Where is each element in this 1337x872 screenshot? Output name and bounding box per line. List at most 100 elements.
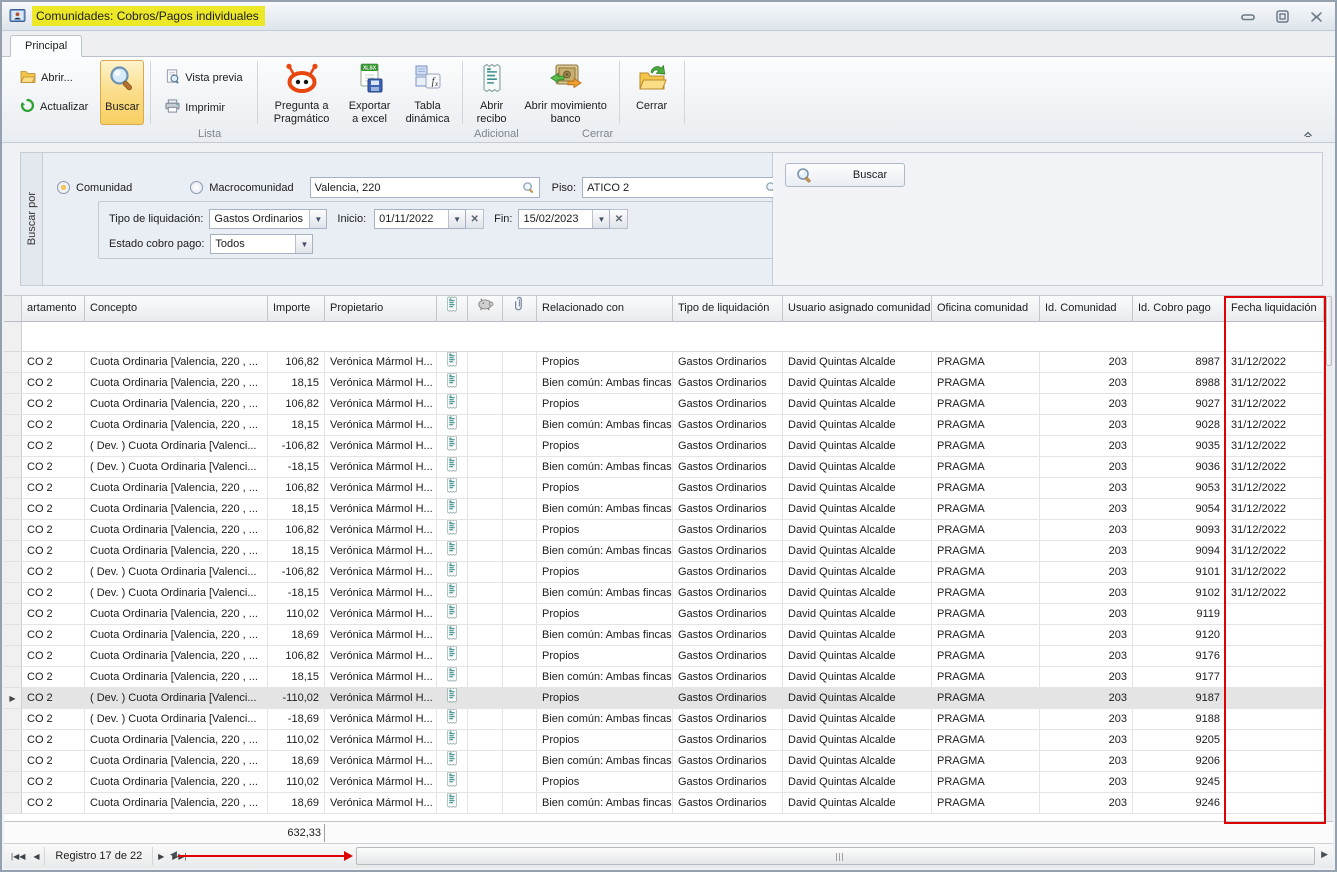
cell-usuario[interactable]: David Quintas Alcalde (783, 751, 932, 772)
cell-usuario[interactable]: David Quintas Alcalde (783, 709, 932, 730)
cell-id_cobro[interactable]: 9054 (1133, 499, 1226, 520)
table-row[interactable]: CO 2( Dev. ) Cuota Ordinaria [Valenci...… (4, 583, 1333, 604)
cell-tipo[interactable]: Gastos Ordinarios (673, 415, 783, 436)
cell-adjunto[interactable] (503, 562, 537, 583)
table-row[interactable]: ▶CO 2( Dev. ) Cuota Ordinaria [Valenci..… (4, 688, 1333, 709)
receipt-icon[interactable] (446, 604, 458, 625)
cell-id_cobro[interactable]: 9246 (1133, 793, 1226, 814)
cell-banco[interactable] (468, 709, 503, 730)
abrir-recibo-button[interactable]: Abrir recibo (469, 60, 515, 125)
column-header-concepto[interactable]: Concepto (85, 295, 268, 322)
cell-concepto[interactable]: Cuota Ordinaria [Valencia, 220 , ... (85, 646, 268, 667)
cell-oficina[interactable]: PRAGMA (932, 415, 1040, 436)
cell-banco[interactable] (468, 457, 503, 478)
cell-propietario[interactable]: Verónica Mármol H... (325, 709, 437, 730)
cell-concepto[interactable]: Cuota Ordinaria [Valencia, 220 , ... (85, 541, 268, 562)
cell-oficina[interactable]: PRAGMA (932, 499, 1040, 520)
cell-id_comunidad[interactable]: 203 (1040, 478, 1133, 499)
cell-concepto[interactable]: Cuota Ordinaria [Valencia, 220 , ... (85, 730, 268, 751)
cell-tipo[interactable]: Gastos Ordinarios (673, 583, 783, 604)
cell-concepto[interactable]: ( Dev. ) Cuota Ordinaria [Valenci... (85, 457, 268, 478)
cell-departamento[interactable]: CO 2 (22, 436, 85, 457)
cell-banco[interactable] (468, 562, 503, 583)
table-row[interactable]: CO 2( Dev. ) Cuota Ordinaria [Valenci...… (4, 436, 1333, 457)
cell-concepto[interactable]: Cuota Ordinaria [Valencia, 220 , ... (85, 625, 268, 646)
cell-propietario[interactable]: Verónica Mármol H... (325, 457, 437, 478)
buscar-por-tab[interactable]: Buscar por (21, 153, 43, 285)
cell-recibo[interactable] (437, 583, 468, 604)
cell-id_comunidad[interactable]: 203 (1040, 646, 1133, 667)
cell-adjunto[interactable] (503, 436, 537, 457)
cell-usuario[interactable]: David Quintas Alcalde (783, 604, 932, 625)
cell-usuario[interactable]: David Quintas Alcalde (783, 520, 932, 541)
receipt-icon[interactable] (446, 709, 458, 730)
cell-usuario[interactable]: David Quintas Alcalde (783, 436, 932, 457)
cell-banco[interactable] (468, 604, 503, 625)
cell-id_comunidad[interactable]: 203 (1040, 394, 1133, 415)
cell-importe[interactable]: -18,15 (268, 583, 325, 604)
cell-usuario[interactable]: David Quintas Alcalde (783, 541, 932, 562)
cell-usuario[interactable]: David Quintas Alcalde (783, 772, 932, 793)
cell-adjunto[interactable] (503, 457, 537, 478)
cell-id_cobro[interactable]: 9187 (1133, 688, 1226, 709)
cell-departamento[interactable]: CO 2 (22, 520, 85, 541)
cell-importe[interactable]: -106,82 (268, 436, 325, 457)
comunidad-radio[interactable] (57, 181, 70, 194)
abrir-movimiento-banco-button[interactable]: Abrir movimiento banco (519, 60, 613, 125)
cell-tipo[interactable]: Gastos Ordinarios (673, 772, 783, 793)
cell-tipo[interactable]: Gastos Ordinarios (673, 667, 783, 688)
cell-id_cobro[interactable]: 9094 (1133, 541, 1226, 562)
column-header-adjunto[interactable] (503, 295, 537, 322)
cell-relacionado[interactable]: Bien común: Ambas fincas (537, 541, 673, 562)
cell-departamento[interactable]: CO 2 (22, 583, 85, 604)
table-row[interactable]: CO 2Cuota Ordinaria [Valencia, 220 , ...… (4, 625, 1333, 646)
cell-id_comunidad[interactable]: 203 (1040, 667, 1133, 688)
cell-tipo[interactable]: Gastos Ordinarios (673, 541, 783, 562)
cell-oficina[interactable]: PRAGMA (932, 646, 1040, 667)
table-row[interactable]: CO 2Cuota Ordinaria [Valencia, 220 , ...… (4, 520, 1333, 541)
dropdown-arrow-icon[interactable]: ▼ (295, 235, 312, 253)
cell-id_comunidad[interactable]: 203 (1040, 772, 1133, 793)
cell-concepto[interactable]: ( Dev. ) Cuota Ordinaria [Valenci... (85, 562, 268, 583)
cell-banco[interactable] (468, 352, 503, 373)
cell-tipo[interactable]: Gastos Ordinarios (673, 394, 783, 415)
cell-importe[interactable]: 18,15 (268, 499, 325, 520)
cell-recibo[interactable] (437, 394, 468, 415)
table-row[interactable]: CO 2Cuota Ordinaria [Valencia, 220 , ...… (4, 751, 1333, 772)
piso-input[interactable]: ATICO 2 (582, 177, 782, 198)
cell-importe[interactable]: 18,15 (268, 667, 325, 688)
cell-departamento[interactable]: CO 2 (22, 352, 85, 373)
cell-recibo[interactable] (437, 604, 468, 625)
cell-concepto[interactable]: Cuota Ordinaria [Valencia, 220 , ... (85, 394, 268, 415)
table-row[interactable]: CO 2( Dev. ) Cuota Ordinaria [Valenci...… (4, 562, 1333, 583)
cell-id_cobro[interactable]: 9120 (1133, 625, 1226, 646)
cell-propietario[interactable]: Verónica Mármol H... (325, 415, 437, 436)
cell-departamento[interactable]: CO 2 (22, 667, 85, 688)
cell-adjunto[interactable] (503, 625, 537, 646)
receipt-icon[interactable] (446, 751, 458, 772)
cell-oficina[interactable]: PRAGMA (932, 457, 1040, 478)
cell-id_cobro[interactable]: 9177 (1133, 667, 1226, 688)
cell-adjunto[interactable] (503, 520, 537, 541)
scroll-left-icon[interactable]: ◀ (170, 849, 177, 860)
dropdown-arrow-icon[interactable]: ▼ (592, 210, 609, 228)
cell-recibo[interactable] (437, 499, 468, 520)
cell-propietario[interactable]: Verónica Mármol H... (325, 520, 437, 541)
cell-recibo[interactable] (437, 520, 468, 541)
cell-importe[interactable]: 18,69 (268, 751, 325, 772)
cell-id_comunidad[interactable]: 203 (1040, 709, 1133, 730)
cell-departamento[interactable]: CO 2 (22, 415, 85, 436)
cell-adjunto[interactable] (503, 415, 537, 436)
table-row[interactable]: CO 2Cuota Ordinaria [Valencia, 220 , ...… (4, 730, 1333, 751)
table-row[interactable]: CO 2Cuota Ordinaria [Valencia, 220 , ...… (4, 394, 1333, 415)
cell-adjunto[interactable] (503, 604, 537, 625)
cell-relacionado[interactable]: Bien común: Ambas fincas (537, 709, 673, 730)
cell-oficina[interactable]: PRAGMA (932, 352, 1040, 373)
column-header-banco[interactable] (468, 295, 503, 322)
cell-relacionado[interactable]: Bien común: Ambas fincas (537, 583, 673, 604)
cell-concepto[interactable]: Cuota Ordinaria [Valencia, 220 , ... (85, 772, 268, 793)
cell-tipo[interactable]: Gastos Ordinarios (673, 562, 783, 583)
cell-departamento[interactable]: CO 2 (22, 478, 85, 499)
cell-concepto[interactable]: ( Dev. ) Cuota Ordinaria [Valenci... (85, 688, 268, 709)
column-header-relacionado[interactable]: Relacionado con (537, 295, 673, 322)
